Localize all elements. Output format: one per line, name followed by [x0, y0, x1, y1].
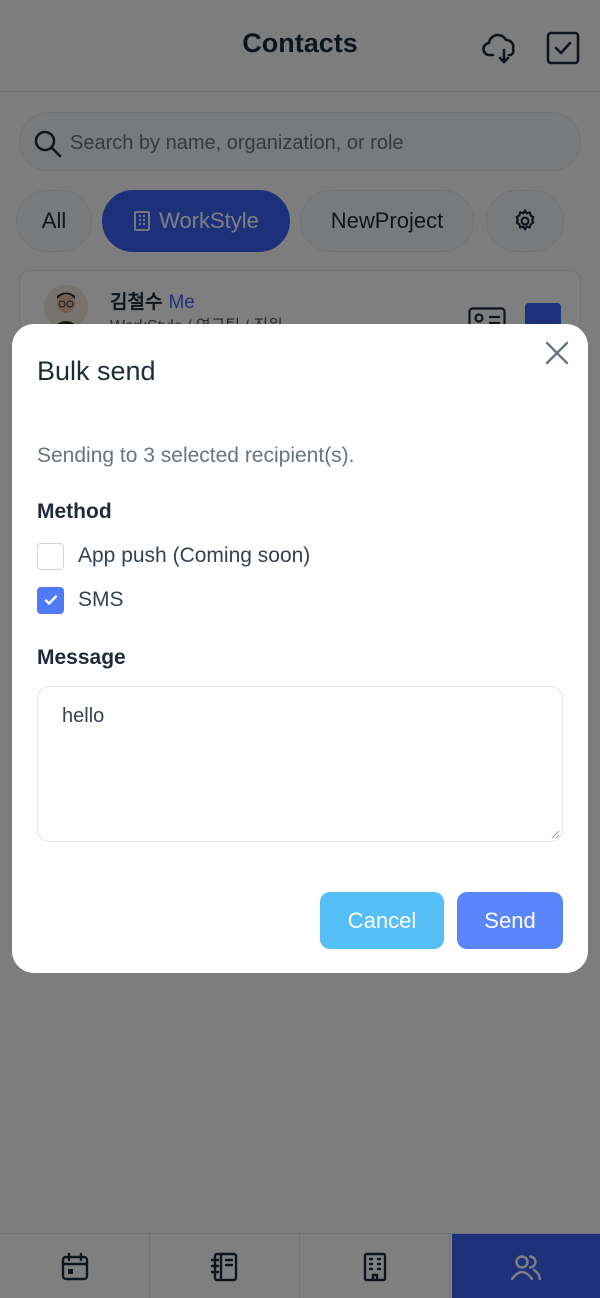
option-sms[interactable]: SMS — [37, 586, 124, 614]
dialog-title: Bulk send — [37, 356, 156, 386]
checkmark-icon — [44, 595, 57, 605]
option-label: App push (Coming soon) — [78, 544, 311, 567]
bulk-send-dialog: Bulk send Sending to 3 selected recipien… — [12, 324, 588, 973]
close-icon[interactable] — [544, 340, 570, 366]
message-label: Message — [37, 646, 126, 669]
message-textarea[interactable]: hello — [37, 686, 563, 842]
app-push-checkbox[interactable] — [37, 542, 64, 570]
option-label: SMS — [78, 588, 124, 611]
send-button[interactable]: Send — [457, 892, 563, 949]
method-label: Method — [37, 500, 112, 523]
option-app-push[interactable]: App push (Coming soon) — [37, 542, 310, 570]
sms-checkbox[interactable] — [37, 586, 64, 614]
cancel-button[interactable]: Cancel — [320, 892, 444, 949]
recipient-count-text: Sending to 3 selected recipient(s). — [37, 444, 355, 467]
resize-handle-icon[interactable] — [550, 829, 560, 839]
